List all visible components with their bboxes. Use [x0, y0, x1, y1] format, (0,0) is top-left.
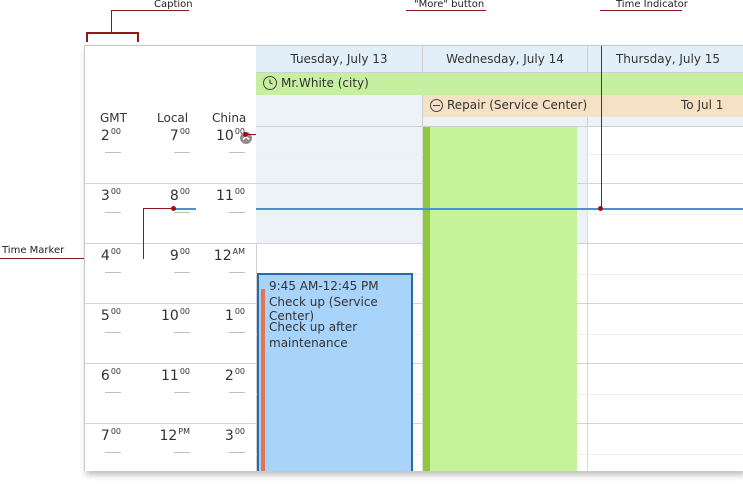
time-ruler-label-gmt: 600 [100, 367, 121, 384]
day-header-2[interactable]: Wednesday, July 14 [423, 46, 588, 73]
time-ruler-half-tick [229, 332, 245, 333]
time-ruler-label-china: 200 [224, 367, 245, 384]
all-day-appointment-repair[interactable]: Repair (Service Center) To Jul 1 [423, 95, 743, 117]
appointment-description: Check up after maintenance [269, 320, 358, 350]
all-day-appointment-mrwhite[interactable]: Mr.White (city) [256, 73, 743, 95]
time-ruler-caption-gmt: GMT [100, 111, 127, 125]
time-ruler-label-china: 100 [224, 307, 245, 324]
appointment-continue: To Jul 1 [681, 98, 724, 112]
time-ruler-half-tick [174, 212, 190, 213]
appointment-subject: Repair (Service Center) [447, 98, 588, 112]
time-ruler-label-local: 12PM [159, 427, 190, 444]
time-ruler-label-gmt: 300 [100, 187, 121, 204]
time-ruler-half-tick [105, 452, 121, 453]
time-ruler-half-tick [229, 212, 245, 213]
time-ruler-half-tick [105, 332, 121, 333]
appointment-subject: Mr.White (city) [281, 76, 369, 90]
time-ruler-half-tick [229, 152, 245, 153]
time-ruler-caption-china: China [212, 111, 247, 125]
day-columns: Tuesday, July 13 Wednesday, July 14 Thur… [256, 46, 743, 471]
time-ruler-label-china: 12AM [213, 247, 245, 264]
appointment-checkup[interactable]: 9:45 AM-12:45 PM Check up (Service Cente… [257, 273, 413, 471]
time-ruler-caption-local: Local [157, 111, 189, 125]
minus-circle-icon [430, 99, 443, 112]
time-ruler-half-tick [174, 392, 190, 393]
appointment-status-bar [261, 289, 265, 471]
clock-icon [263, 76, 277, 90]
time-ruler-label-china: 1100 [215, 187, 245, 204]
time-ruler-hour-line [85, 183, 256, 184]
time-marker [173, 208, 196, 210]
time-indicator-line [256, 208, 743, 210]
time-ruler-half-tick [174, 452, 190, 453]
time-ruler-half-tick [105, 272, 121, 273]
time-ruler-label-local: 800 [169, 187, 190, 204]
time-ruler-label-gmt: 500 [100, 307, 121, 324]
time-ruler-label-local: 900 [169, 247, 190, 264]
time-ruler-half-tick [105, 212, 121, 213]
time-ruler-half-tick [105, 152, 121, 153]
more-button-annotation: "More" button [414, 0, 485, 10]
time-ruler-half-tick [229, 452, 245, 453]
time-ruler-label-local: 700 [169, 127, 190, 144]
time-ruler-half-tick [229, 272, 245, 273]
time-ruler-hour-line [85, 303, 256, 304]
time-ruler-label-china: 1000 [215, 127, 245, 144]
day-header-1[interactable]: Tuesday, July 13 [256, 46, 423, 73]
time-ruler-label-local: 1000 [160, 307, 190, 324]
scheduler-control: GMT Local China 200 700 1000 300 800 1100 400 9… [84, 45, 743, 471]
time-ruler-label-local: 1100 [160, 367, 190, 384]
time-ruler-area: GMT Local China 200 700 1000 300 800 1100 400 9… [85, 46, 407, 471]
time-marker-annotation: Time Marker [2, 245, 65, 256]
time-ruler-hour-line [85, 363, 256, 364]
time-ruler-label-gmt: 700 [100, 427, 121, 444]
time-ruler-label-gmt: 400 [100, 247, 121, 264]
time-ruler-label-china: 300 [224, 427, 245, 444]
time-ruler-half-tick [174, 272, 190, 273]
time-ruler-half-tick [105, 392, 121, 393]
day-header-3[interactable]: Thursday, July 15 [588, 46, 743, 73]
appointment-time: 9:45 AM-12:45 PM [269, 279, 379, 293]
time-ruler-half-tick [174, 152, 190, 153]
caption-bracket [86, 32, 139, 34]
caption-annotation: Caption [154, 0, 193, 10]
time-indicator-annotation: Time Indicator [616, 0, 688, 10]
green-time-block[interactable] [423, 127, 577, 471]
green-status-bar [423, 127, 430, 471]
time-ruler-label-gmt: 200 [100, 127, 121, 144]
caption-annotation-line [111, 10, 189, 11]
time-ruler-hour-line [85, 243, 256, 244]
time-ruler-hour-line [85, 423, 256, 424]
time-ruler-half-tick [229, 392, 245, 393]
time-ruler-half-tick [174, 332, 190, 333]
